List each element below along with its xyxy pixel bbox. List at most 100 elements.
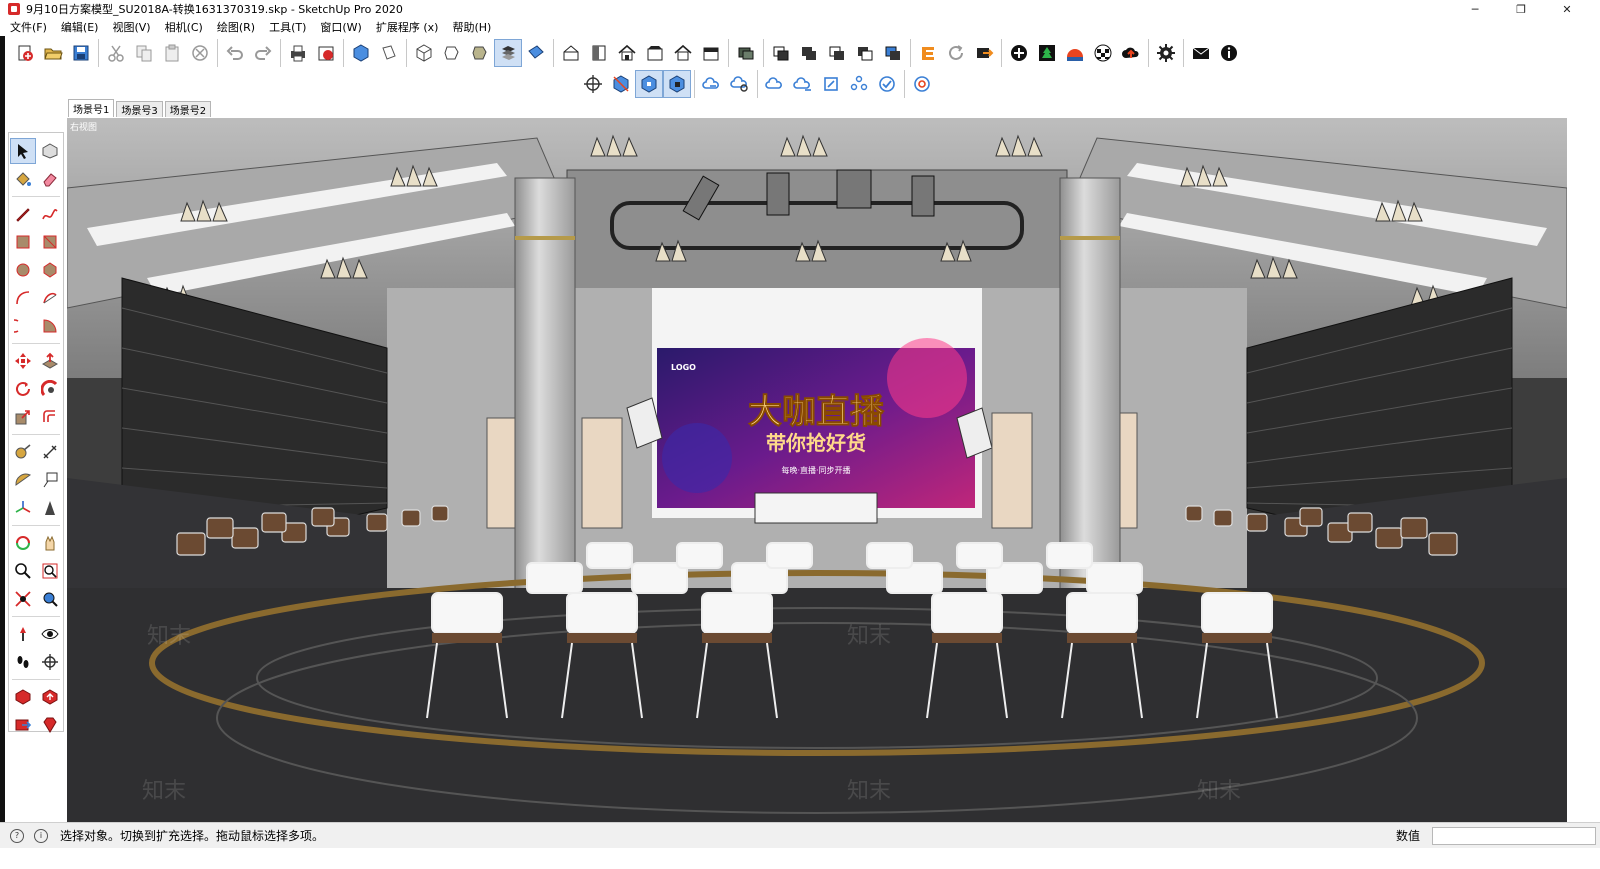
close-button[interactable]: ✕ <box>1544 0 1590 18</box>
trim-button[interactable] <box>852 40 878 66</box>
message-button[interactable] <box>1188 40 1214 66</box>
menu-window[interactable]: 窗口(W) <box>320 19 361 35</box>
maximize-button[interactable]: ❐ <box>1498 0 1544 18</box>
measurements-input[interactable] <box>1432 827 1596 845</box>
cloud-minus-button[interactable] <box>790 71 816 97</box>
new-file-button[interactable] <box>12 40 38 66</box>
redo-button[interactable] <box>250 40 276 66</box>
text-button[interactable] <box>38 468 62 492</box>
select-tool-button[interactable] <box>9 138 36 164</box>
move-button[interactable] <box>11 349 35 373</box>
top-camera-button[interactable] <box>586 40 612 66</box>
undo-button[interactable] <box>222 40 248 66</box>
tape-measure-button[interactable] <box>11 440 35 464</box>
paste-button[interactable] <box>159 40 185 66</box>
3d-warehouse-button[interactable] <box>1034 40 1060 66</box>
menu-file[interactable]: 文件(F) <box>10 19 47 35</box>
menu-edit[interactable]: 编辑(E) <box>61 19 99 35</box>
preferences-button[interactable] <box>1153 40 1179 66</box>
menu-draw[interactable]: 绘图(R) <box>217 19 255 35</box>
offset-button[interactable] <box>38 405 62 429</box>
zoom-window-button[interactable] <box>38 559 62 583</box>
share-model-button[interactable] <box>1118 40 1144 66</box>
wireframe-style-button[interactable] <box>439 40 465 66</box>
scene-tab-1[interactable]: 场景号1 <box>68 99 115 117</box>
display-section-cuts-button[interactable] <box>635 70 663 98</box>
look-around-button[interactable] <box>38 622 62 646</box>
cloud-search-button[interactable] <box>727 71 753 97</box>
section-plane-tool-button[interactable] <box>38 650 62 674</box>
scale-button[interactable] <box>11 405 35 429</box>
left-camera-button[interactable] <box>698 40 724 66</box>
pan-button[interactable] <box>38 531 62 555</box>
rotated-rectangle-button[interactable] <box>38 230 62 254</box>
position-camera-button[interactable] <box>11 622 35 646</box>
subtract-button[interactable] <box>824 40 850 66</box>
menu-tools[interactable]: 工具(T) <box>269 19 306 35</box>
previous-view-button[interactable] <box>38 587 62 611</box>
match-photo-button[interactable] <box>1090 40 1116 66</box>
rectangle-button[interactable] <box>11 230 35 254</box>
live-sync-button[interactable] <box>909 71 935 97</box>
monochrome-style-button[interactable] <box>523 40 549 66</box>
menu-extensions[interactable]: 扩展程序 (x) <box>376 19 439 35</box>
zoom-extents-button[interactable] <box>11 587 35 611</box>
share-model-tool-button[interactable] <box>11 713 35 737</box>
erase-selection-button[interactable] <box>187 40 213 66</box>
line-tool-button[interactable] <box>11 202 35 226</box>
zoom-button[interactable] <box>11 559 35 583</box>
split-button[interactable] <box>880 40 906 66</box>
outer-shell-button[interactable] <box>733 40 759 66</box>
frame-button[interactable] <box>818 71 844 97</box>
paint-bucket-button[interactable] <box>11 167 35 191</box>
right-camera-button[interactable] <box>642 40 668 66</box>
top-view-button[interactable] <box>376 40 402 66</box>
section-plane-button[interactable] <box>580 71 606 97</box>
save-button[interactable] <box>68 40 94 66</box>
rotate-button[interactable] <box>11 377 35 401</box>
display-section-planes-button[interactable] <box>608 71 634 97</box>
front-camera-button[interactable] <box>614 40 640 66</box>
polygon-button[interactable] <box>38 258 62 282</box>
info-status-icon[interactable]: i <box>34 828 48 843</box>
follow-me-button[interactable] <box>38 377 62 401</box>
freehand-button[interactable] <box>38 202 62 226</box>
intersect-button[interactable] <box>768 40 794 66</box>
cut-button[interactable] <box>103 40 129 66</box>
union-button[interactable] <box>796 40 822 66</box>
add-location-button[interactable] <box>1006 40 1032 66</box>
extension-e-button[interactable] <box>915 40 941 66</box>
components-button[interactable] <box>846 71 872 97</box>
eraser-button[interactable] <box>38 167 62 191</box>
validate-button[interactable] <box>874 71 900 97</box>
3d-text-button[interactable] <box>38 496 62 520</box>
orbit-button[interactable] <box>11 531 35 555</box>
export-button[interactable] <box>971 40 997 66</box>
circle-button[interactable] <box>11 258 35 282</box>
pie-button[interactable] <box>38 314 62 338</box>
cloud-sync-button[interactable] <box>699 71 725 97</box>
menu-view[interactable]: 视图(V) <box>112 19 150 35</box>
geolocation-icon[interactable]: ? <box>10 828 24 843</box>
shaded-style-button[interactable] <box>467 40 493 66</box>
info-button[interactable] <box>1216 40 1242 66</box>
textured-style-button[interactable] <box>494 39 522 67</box>
scene-tab-2[interactable]: 场景号2 <box>164 101 212 117</box>
menu-help[interactable]: 帮助(H) <box>452 19 491 35</box>
menu-camera[interactable]: 相机(C) <box>165 19 203 35</box>
protractor-button[interactable] <box>11 468 35 492</box>
arc-button[interactable] <box>11 286 35 310</box>
back-camera-button[interactable] <box>670 40 696 66</box>
copy-button[interactable] <box>131 40 157 66</box>
dimension-button[interactable] <box>38 440 62 464</box>
push-pull-button[interactable] <box>38 349 62 373</box>
open-button[interactable] <box>40 40 66 66</box>
two-point-arc-button[interactable] <box>38 286 62 310</box>
refresh-button[interactable] <box>943 40 969 66</box>
model-viewport[interactable]: LOGO 大咖直播 带你抢好货 每晚·直播·同步开播 知末 知末 知末 知末 知… <box>67 118 1567 822</box>
warehouse-get-models-button[interactable] <box>11 685 35 709</box>
section-fill-button[interactable] <box>663 70 691 98</box>
iso-view-button[interactable] <box>348 40 374 66</box>
model-info-button[interactable] <box>313 40 339 66</box>
three-point-arc-button[interactable] <box>11 314 35 338</box>
